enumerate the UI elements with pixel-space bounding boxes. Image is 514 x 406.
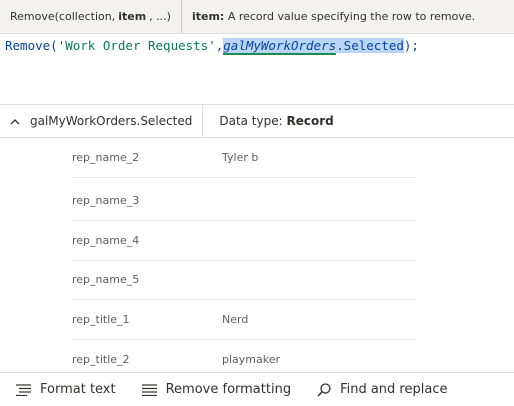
record-value: Nerd — [222, 313, 249, 326]
record-preview[interactable]: rep_name_2 Tyler b rep_name_3 rep_name_4… — [0, 138, 514, 370]
record-key: rep_name_3 — [72, 194, 140, 207]
data-type-bar: galMyWorkOrders.Selected Data type: Reco… — [0, 104, 514, 138]
formula-func: Remove( — [5, 38, 58, 53]
parameter-name: item: — [191, 10, 225, 23]
record-value: Tyler b — [222, 151, 259, 164]
record-key: rep_name_4 — [72, 234, 140, 247]
data-type-label: Data type: — [219, 114, 283, 128]
remove-formatting-label: Remove formatting — [165, 382, 292, 397]
signature-help-bar: Remove(collection, item , ...) item: A r… — [0, 0, 514, 34]
signature-suffix: , ...) — [149, 10, 171, 23]
parameter-text: A record value specifying the row to rem… — [227, 10, 476, 23]
signature-current-param: item — [118, 10, 147, 23]
data-type-info: Data type: Record — [203, 114, 349, 128]
record-key: rep_name_5 — [72, 273, 140, 286]
format-text-button[interactable]: Format text — [16, 382, 116, 397]
parameter-description: item: A record value specifying the row … — [182, 10, 485, 23]
formula-selected-arg: galMyWorkOrders.Selected — [223, 38, 404, 55]
remove-formatting-button[interactable]: Remove formatting — [141, 382, 292, 397]
data-type-value: Record — [286, 114, 334, 128]
formula-editor[interactable]: Remove('Work Order Requests',galMyWorkOr… — [0, 34, 514, 104]
search-icon — [317, 382, 331, 397]
signature-prefix: Remove(collection, — [10, 10, 116, 23]
format-text-label: Format text — [40, 382, 116, 397]
formula-property: .Selected — [336, 38, 404, 53]
function-signature: Remove(collection, item , ...) — [0, 0, 182, 33]
record-row: rep_name_4 — [72, 221, 416, 261]
record-key: rep_title_2 — [72, 352, 130, 366]
expression-label: galMyWorkOrders.Selected — [30, 114, 193, 128]
remove-formatting-icon — [141, 383, 157, 396]
chevron-up-icon — [10, 115, 20, 128]
record-row: rep_title_2 playmaker — [72, 339, 416, 370]
record-row: rep_name_2 Tyler b — [72, 138, 416, 178]
record-row: rep_title_1 Nerd — [72, 300, 416, 340]
record-key: rep_title_1 — [72, 313, 130, 326]
record-key: rep_name_2 — [72, 151, 140, 164]
find-replace-button[interactable]: Find and replace — [317, 382, 447, 397]
format-text-icon — [16, 383, 31, 396]
find-replace-label: Find and replace — [340, 382, 448, 397]
formula-control-name: galMyWorkOrders — [223, 38, 337, 55]
formula-string-arg: 'Work Order Requests' — [57, 38, 216, 53]
record-value: playmaker — [222, 352, 281, 366]
formula-close: ); — [403, 38, 419, 53]
record-row: rep_name_3 — [72, 181, 416, 221]
expression-toggle[interactable]: galMyWorkOrders.Selected — [0, 105, 204, 137]
formula-toolbar: Format text Remove formatting Find and r… — [0, 372, 514, 406]
record-row: rep_name_5 — [72, 260, 416, 300]
